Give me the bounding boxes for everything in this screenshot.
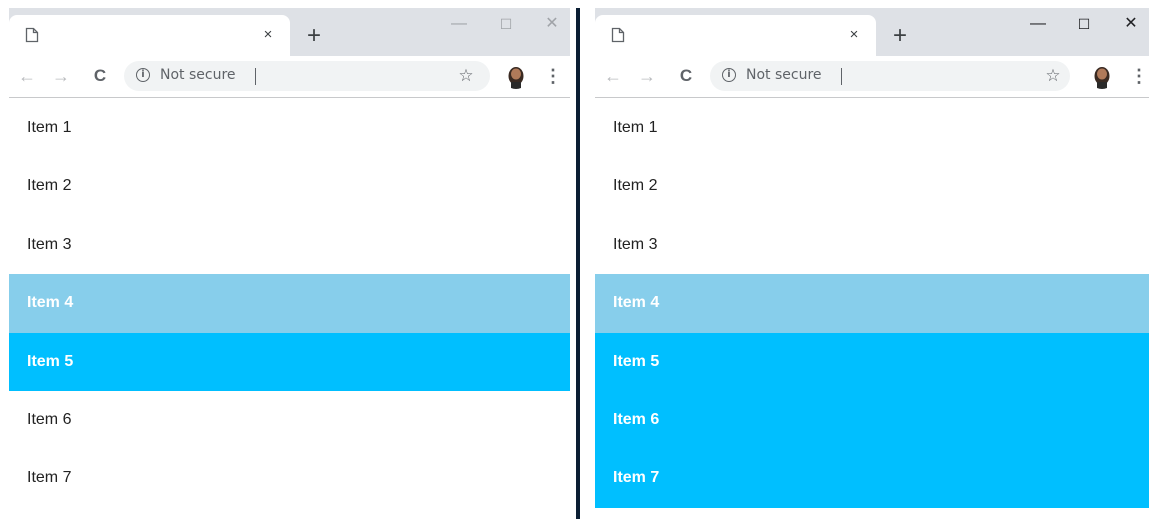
list-item[interactable]: Item 4 xyxy=(9,274,570,333)
bookmark-star-icon[interactable]: ☆ xyxy=(455,65,477,87)
profile-avatar[interactable] xyxy=(1089,63,1115,89)
maximize-button[interactable]: ☐ xyxy=(1069,10,1099,38)
list-item[interactable]: Item 6 xyxy=(9,391,570,449)
back-button[interactable]: ← xyxy=(15,64,39,88)
toolbar: ← → C i Not secure ☆ ⋮ xyxy=(9,56,570,98)
list-item[interactable]: Item 2 xyxy=(9,157,570,215)
new-tab-button[interactable]: + xyxy=(886,23,914,51)
list-item[interactable]: Item 1 xyxy=(9,99,570,157)
new-tab-button[interactable]: + xyxy=(300,23,328,51)
list-item[interactable]: Item 2 xyxy=(595,157,1149,215)
back-button[interactable]: ← xyxy=(601,64,625,88)
list-item[interactable]: Item 3 xyxy=(595,216,1149,274)
bookmark-star-icon[interactable]: ☆ xyxy=(1042,65,1064,87)
forward-button[interactable]: → xyxy=(49,64,73,88)
text-caret xyxy=(255,68,256,85)
security-label: Not secure xyxy=(160,67,236,83)
reload-button[interactable]: C xyxy=(674,64,698,88)
close-window-button[interactable]: ✕ xyxy=(1116,10,1146,38)
browser-window-right: × + — ☐ ✕ ← → C i Not secure ☆ ⋮ Item 1 … xyxy=(595,8,1149,519)
minimize-button[interactable]: — xyxy=(1023,10,1053,38)
menu-icon[interactable]: ⋮ xyxy=(544,64,562,88)
info-icon[interactable]: i xyxy=(136,68,150,82)
browser-tab[interactable]: × xyxy=(9,15,290,56)
title-bar: × + — ☐ ✕ xyxy=(595,8,1149,56)
list-item[interactable]: Item 5 xyxy=(595,332,1149,391)
menu-icon[interactable]: ⋮ xyxy=(1130,64,1148,88)
window-divider xyxy=(576,8,580,519)
browser-tab[interactable]: × xyxy=(595,15,876,56)
title-bar: × + — ☐ ✕ xyxy=(9,8,570,56)
page-icon xyxy=(25,27,39,43)
tab-close-icon[interactable]: × xyxy=(844,25,864,45)
item-list: Item 1 Item 2 Item 3 Item 4 Item 5 Item … xyxy=(9,99,570,508)
info-icon[interactable]: i xyxy=(722,68,736,82)
toolbar: ← → C i Not secure ☆ ⋮ xyxy=(595,56,1149,98)
reload-button[interactable]: C xyxy=(88,64,112,88)
close-window-button[interactable]: ✕ xyxy=(537,10,567,38)
address-bar[interactable]: i Not secure ☆ xyxy=(710,61,1070,91)
tab-close-icon[interactable]: × xyxy=(258,25,278,45)
address-bar[interactable]: i Not secure ☆ xyxy=(124,61,490,91)
minimize-button[interactable]: — xyxy=(444,10,474,38)
maximize-button[interactable]: ☐ xyxy=(491,10,521,38)
list-item[interactable]: Item 5 xyxy=(9,332,570,391)
list-item[interactable]: Item 7 xyxy=(9,449,570,507)
forward-button[interactable]: → xyxy=(635,64,659,88)
list-item[interactable]: Item 3 xyxy=(9,216,570,274)
item-list: Item 1 Item 2 Item 3 Item 4 Item 5 Item … xyxy=(595,99,1149,508)
profile-avatar[interactable] xyxy=(503,63,529,89)
page-icon xyxy=(611,27,625,43)
list-item[interactable]: Item 4 xyxy=(595,274,1149,333)
security-label: Not secure xyxy=(746,67,822,83)
list-item[interactable]: Item 7 xyxy=(595,449,1149,508)
list-item[interactable]: Item 1 xyxy=(595,99,1149,157)
list-item[interactable]: Item 6 xyxy=(595,390,1149,450)
text-caret xyxy=(841,68,842,85)
browser-window-left: × + — ☐ ✕ ← → C i Not secure ☆ ⋮ Item 1 … xyxy=(9,8,570,519)
